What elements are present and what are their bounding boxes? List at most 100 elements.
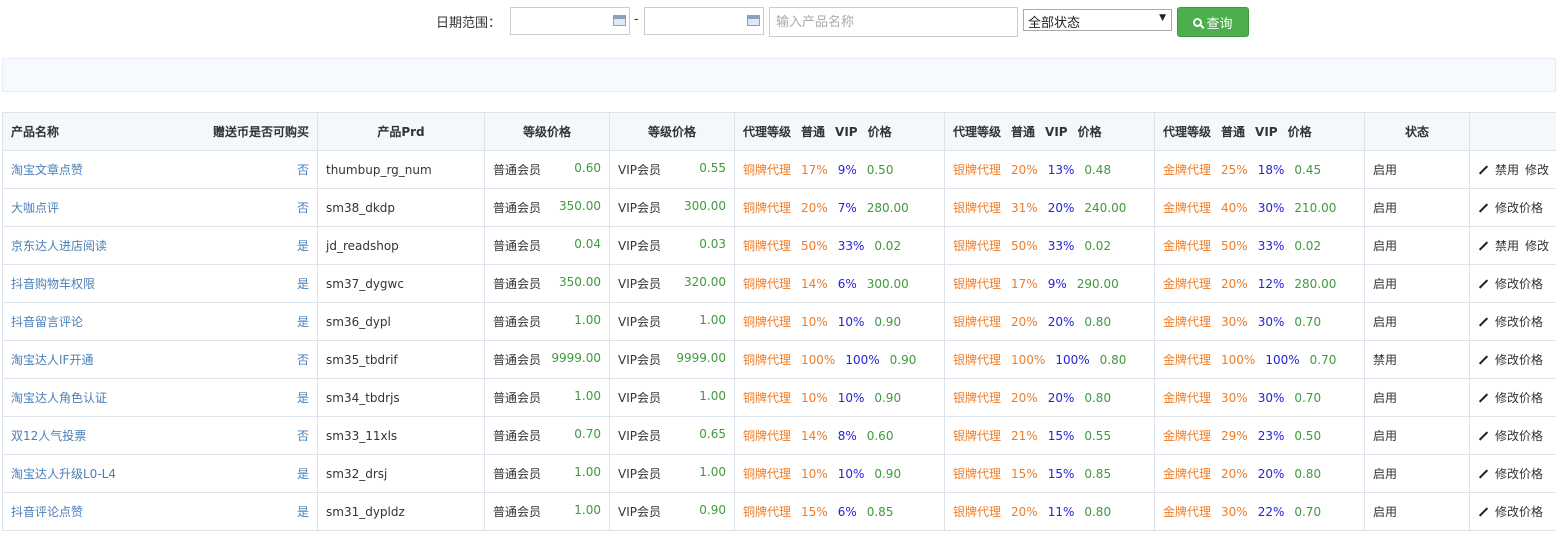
- agent-gold-cell: 金牌代理 29% 23% 0.50: [1154, 416, 1365, 455]
- agent-vip-discount: 9%: [837, 163, 857, 177]
- edit-price-link[interactable]: 修改价格: [1495, 353, 1543, 367]
- agent-vip-discount: 20%: [1257, 467, 1285, 481]
- agent-normal-discount: 10%: [801, 315, 828, 329]
- pencil-icon[interactable]: [1478, 354, 1489, 365]
- product-name-link[interactable]: 双12人气投票: [11, 429, 86, 443]
- pencil-icon[interactable]: [1478, 164, 1489, 175]
- edit-link[interactable]: 修改: [1525, 239, 1549, 253]
- normal-member-label: 普通会员: [493, 239, 542, 253]
- agent-vip-discount: 6%: [837, 277, 857, 291]
- header-agent-level: 代理等级: [953, 125, 1002, 139]
- col-header-agent-silver: 代理等级 普通 VIP 价格: [944, 112, 1155, 151]
- normal-member-price: 9999.00: [551, 351, 601, 365]
- vip-member-price-cell: VIP会员 300.00: [609, 188, 735, 227]
- agent-normal-discount: 10%: [801, 467, 828, 481]
- end-date-input[interactable]: [644, 7, 764, 35]
- calendar-icon[interactable]: [747, 15, 760, 26]
- table-row: 淘宝达人升级L0-L4 是 sm32_drsj 普通会员 1.00 VIP会员 1.…: [2, 454, 1556, 493]
- edit-price-link[interactable]: 修改价格: [1495, 505, 1543, 519]
- agent-price: 0.90: [889, 353, 917, 367]
- product-name-link[interactable]: 抖音留言评论: [11, 315, 83, 329]
- header-price: 价格: [1077, 125, 1102, 139]
- query-button-label: 查询: [1206, 16, 1233, 32]
- normal-member-price: 350.00: [559, 199, 601, 213]
- product-name-cell: 抖音留言评论 是: [2, 302, 318, 341]
- agent-level-label: 银牌代理: [953, 353, 1002, 367]
- table-row: 抖音购物车权限 是 sm37_dygwc 普通会员 350.00 VIP会员 320…: [2, 264, 1556, 303]
- vip-member-label: VIP会员: [618, 391, 661, 405]
- agent-level-label: 金牌代理: [1163, 277, 1212, 291]
- agent-normal-discount: 20%: [801, 201, 828, 215]
- col-header-agent-gold: 代理等级 普通 VIP 价格: [1154, 112, 1365, 151]
- edit-price-link[interactable]: 修改价格: [1495, 429, 1543, 443]
- product-name-link[interactable]: 抖音评论点赞: [11, 505, 83, 519]
- vip-member-label: VIP会员: [618, 163, 661, 177]
- calendar-icon[interactable]: [613, 15, 626, 26]
- normal-member-price: 1.00: [574, 465, 601, 479]
- product-name-link[interactable]: 大咖点评: [11, 201, 59, 215]
- normal-member-label: 普通会员: [493, 505, 542, 519]
- agent-copper-cell: 铜牌代理 50% 33% 0.02: [734, 226, 945, 265]
- agent-gold-cell: 金牌代理 25% 18% 0.45: [1154, 150, 1365, 189]
- agent-gold-cell: 金牌代理 30% 30% 0.70: [1154, 302, 1365, 341]
- agent-level-label: 金牌代理: [1163, 467, 1212, 481]
- product-name-link[interactable]: 淘宝达人IF开通: [11, 353, 93, 367]
- agent-level-label: 金牌代理: [1163, 201, 1212, 215]
- table-row: 淘宝文章点赞 否 thumbup_rg_num 普通会员 0.60 VIP会员 0.…: [2, 150, 1556, 189]
- vip-member-price-cell: VIP会员 320.00: [609, 264, 735, 303]
- agent-level-label: 金牌代理: [1163, 353, 1212, 367]
- product-name-link[interactable]: 淘宝达人角色认证: [11, 391, 107, 405]
- query-button[interactable]: 查询: [1177, 7, 1249, 37]
- agent-level-label: 银牌代理: [953, 429, 1002, 443]
- pencil-icon[interactable]: [1478, 430, 1489, 441]
- filter-bar: 日期范围： - 全部状态 ▼ 查询: [0, 0, 1556, 50]
- normal-member-price-cell: 普通会员 1.00: [484, 378, 610, 417]
- edit-price-link[interactable]: 修改价格: [1495, 201, 1543, 215]
- agent-price: 0.45: [1294, 163, 1322, 177]
- edit-price-link[interactable]: 修改价格: [1495, 467, 1543, 481]
- agent-price: 0.90: [874, 315, 902, 329]
- agent-price: 240.00: [1084, 201, 1127, 215]
- agent-silver-cell: 银牌代理 50% 33% 0.02: [944, 226, 1155, 265]
- pencil-icon[interactable]: [1478, 202, 1489, 213]
- vip-member-price-cell: VIP会员 1.00: [609, 378, 735, 417]
- vip-member-label: VIP会员: [618, 315, 661, 329]
- pencil-icon[interactable]: [1478, 392, 1489, 403]
- agent-price: 0.55: [1084, 429, 1112, 443]
- product-name-input[interactable]: [769, 7, 1018, 37]
- pencil-icon[interactable]: [1478, 278, 1489, 289]
- pencil-icon[interactable]: [1478, 468, 1489, 479]
- agent-price: 290.00: [1076, 277, 1119, 291]
- prd-cell: sm33_11xls: [317, 416, 485, 455]
- normal-member-label: 普通会员: [493, 391, 542, 405]
- agent-normal-discount: 50%: [1011, 239, 1038, 253]
- edit-link[interactable]: 修改: [1525, 163, 1549, 177]
- edit-price-link[interactable]: 修改价格: [1495, 277, 1543, 291]
- agent-vip-discount: 13%: [1047, 163, 1075, 177]
- product-name-link[interactable]: 抖音购物车权限: [11, 277, 95, 291]
- product-name-link[interactable]: 京东达人进店阅读: [11, 239, 107, 253]
- header-normal: 普通: [1221, 125, 1246, 139]
- agent-vip-discount: 30%: [1257, 315, 1285, 329]
- product-name-link[interactable]: 淘宝文章点赞: [11, 163, 83, 177]
- col-header-name: 产品名称 赠送币是否可购买: [2, 112, 318, 151]
- date-separator: -: [634, 12, 639, 27]
- edit-price-link[interactable]: 修改价格: [1495, 315, 1543, 329]
- pencil-icon[interactable]: [1478, 316, 1489, 327]
- disable-link[interactable]: 禁用: [1495, 163, 1519, 177]
- edit-price-link[interactable]: 修改价格: [1495, 391, 1543, 405]
- agent-price: 0.70: [1294, 315, 1322, 329]
- agent-normal-discount: 15%: [801, 505, 828, 519]
- product-name-link[interactable]: 淘宝达人升级L0-L4: [11, 467, 116, 481]
- agent-price: 0.70: [1309, 353, 1337, 367]
- pencil-icon[interactable]: [1478, 240, 1489, 251]
- pencil-icon[interactable]: [1478, 506, 1489, 517]
- agent-normal-discount: 14%: [801, 277, 828, 291]
- agent-price: 0.80: [1084, 315, 1112, 329]
- agent-copper-cell: 铜牌代理 17% 9% 0.50: [734, 150, 945, 189]
- start-date-input[interactable]: [510, 7, 630, 35]
- disable-link[interactable]: 禁用: [1495, 239, 1519, 253]
- vip-member-label: VIP会员: [618, 353, 661, 367]
- agent-level-label: 金牌代理: [1163, 429, 1212, 443]
- status-select[interactable]: 全部状态 ▼: [1023, 9, 1172, 31]
